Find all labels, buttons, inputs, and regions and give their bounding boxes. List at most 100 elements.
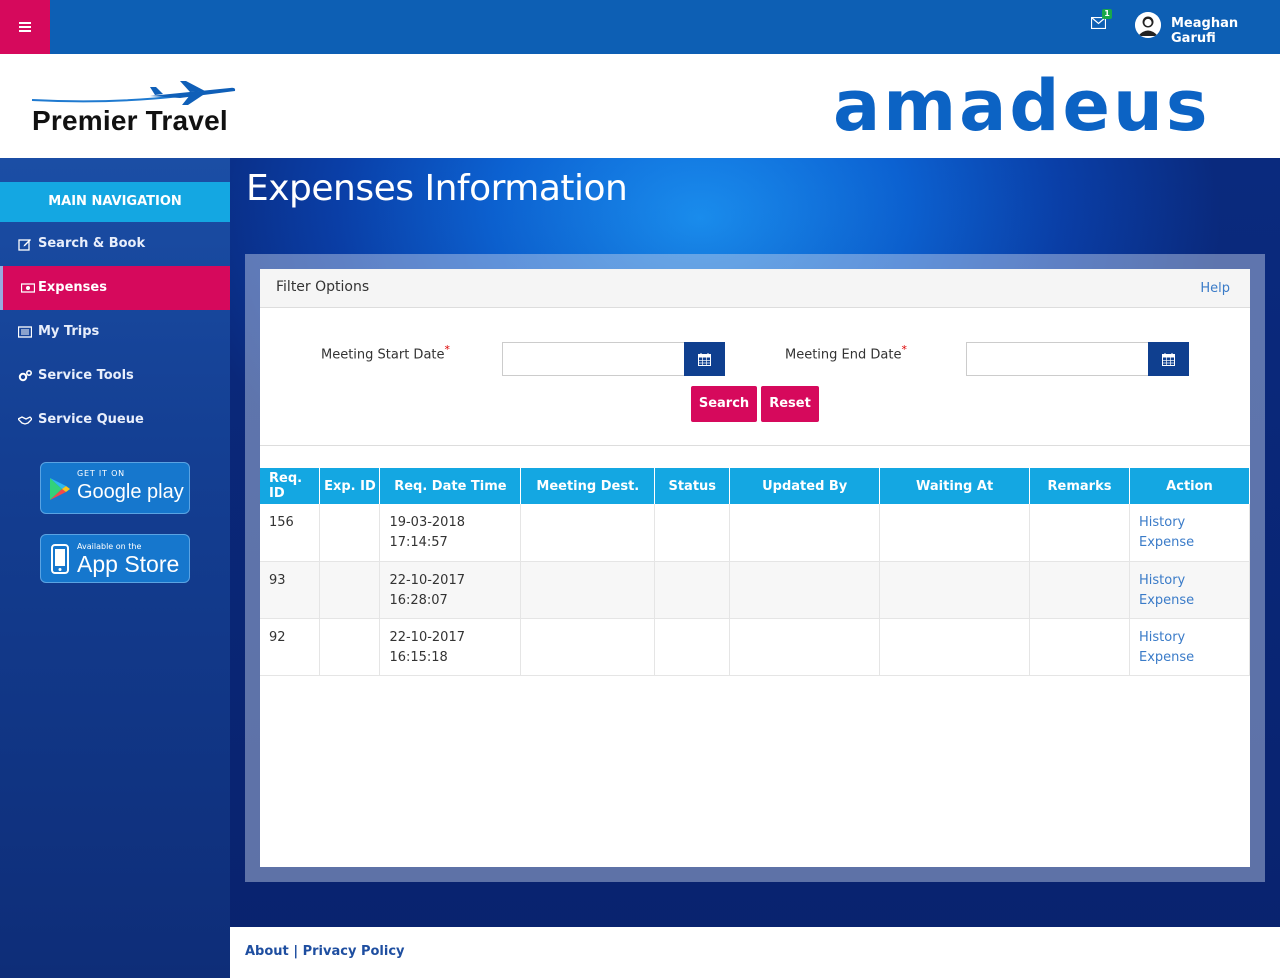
table-header-row: Req. ID Exp. ID Req. Date Time Meeting D…: [260, 468, 1251, 504]
sidebar-item-search-book[interactable]: Search & Book: [0, 222, 230, 266]
cell-req-date-time: 19-03-2018 17:14:57: [379, 504, 522, 562]
logo-band: Premier Travel amadeus: [0, 54, 1280, 158]
meeting-start-date-label-text: Meeting Start Date: [321, 347, 445, 363]
start-date-calendar-button[interactable]: [684, 342, 725, 376]
cell-time: 16:28:07: [389, 592, 448, 608]
help-link[interactable]: Help: [1200, 281, 1230, 296]
column-header-waiting-at[interactable]: Waiting At: [879, 468, 1031, 504]
sidebar-item-service-tools[interactable]: Service Tools: [0, 354, 230, 398]
cell-status: [654, 504, 731, 562]
cell-time: 17:14:57: [389, 535, 448, 550]
column-header-action: Action: [1129, 468, 1251, 504]
app-store-big-text: App Store: [77, 551, 180, 577]
history-expense-link[interactable]: History Expense: [1129, 561, 1251, 619]
list-icon: [18, 326, 32, 338]
cell-waiting-at: [879, 504, 1031, 562]
column-header-updated-by[interactable]: Updated By: [729, 468, 881, 504]
cell-date: 22-10-2017: [389, 572, 465, 588]
sidebar-item-label: My Trips: [38, 324, 100, 339]
sidebar-item-service-queue[interactable]: Service Queue: [0, 398, 230, 442]
meeting-start-date-input[interactable]: [502, 342, 685, 376]
table-row: 156 19-03-2018 17:14:57 History Expense: [260, 504, 1251, 562]
sidebar-header: MAIN NAVIGATION: [0, 182, 230, 222]
meeting-start-date-label: Meeting Start Date*: [321, 343, 450, 362]
top-bar: 1 Meaghan Garufi: [0, 0, 1280, 54]
google-play-badge[interactable]: GET IT ON Google play: [40, 462, 190, 514]
cell-req-id: 93: [260, 561, 321, 619]
hamburger-icon: [19, 22, 31, 32]
footer-links: About | Privacy Policy: [245, 944, 405, 959]
sidebar-item-expenses[interactable]: Expenses: [0, 266, 230, 310]
cell-meeting-dest: [520, 504, 656, 562]
column-header-req-date-time[interactable]: Req. Date Time: [379, 468, 522, 504]
cell-waiting-at: [879, 618, 1031, 676]
filter-divider: [260, 445, 1250, 446]
cell-exp-id: [319, 618, 381, 676]
sidebar-item-label: Expenses: [38, 280, 107, 295]
column-header-remarks[interactable]: Remarks: [1029, 468, 1130, 504]
handshake-icon: [18, 416, 32, 425]
table-row: 92 22-10-2017 16:15:18 History Expense: [260, 618, 1251, 676]
edit-icon: [18, 239, 31, 251]
airplane-icon: [31, 81, 236, 105]
cell-req-id: 92: [260, 618, 321, 676]
cell-waiting-at: [879, 561, 1031, 619]
phone-icon: [51, 544, 69, 574]
meeting-end-date-input[interactable]: [966, 342, 1149, 376]
app-store-small-text: Available on the: [77, 542, 142, 551]
cell-remarks: [1029, 618, 1130, 676]
cell-exp-id: [319, 504, 381, 562]
sidebar-item-label: Service Tools: [38, 368, 134, 383]
user-name[interactable]: Meaghan Garufi: [1171, 16, 1280, 46]
cell-remarks: [1029, 504, 1130, 562]
column-header-req-id[interactable]: Req. ID: [260, 468, 321, 504]
cell-meeting-dest: [520, 561, 656, 619]
cell-updated-by: [729, 618, 881, 676]
expenses-card: Filter Options Help Meeting Start Date* …: [260, 269, 1251, 867]
meeting-end-date-label-text: Meeting End Date: [785, 347, 902, 363]
about-link[interactable]: About: [245, 944, 289, 959]
cell-date: 22-10-2017: [389, 629, 465, 645]
history-expense-link[interactable]: History Expense: [1129, 504, 1251, 562]
sidebar: MAIN NAVIGATION Search & Book Expenses M…: [0, 158, 230, 978]
table-row: 93 22-10-2017 16:28:07 History Expense: [260, 561, 1251, 619]
cell-updated-by: [729, 561, 881, 619]
reset-button[interactable]: Reset: [761, 386, 819, 422]
privacy-policy-link[interactable]: Privacy Policy: [303, 944, 405, 959]
cell-updated-by: [729, 504, 881, 562]
required-mark: *: [444, 343, 450, 356]
google-play-small-text: GET IT ON: [77, 469, 125, 478]
history-expense-link[interactable]: History Expense: [1129, 618, 1251, 676]
end-date-calendar-button[interactable]: [1148, 342, 1189, 376]
cell-remarks: [1029, 561, 1130, 619]
menu-toggle-button[interactable]: [0, 0, 50, 54]
calendar-icon: [1162, 352, 1175, 366]
premier-travel-logo: Premier Travel: [30, 78, 240, 138]
meeting-end-date-label: Meeting End Date*: [785, 343, 907, 362]
sidebar-item-my-trips[interactable]: My Trips: [0, 310, 230, 354]
cogs-icon: [18, 370, 32, 382]
footer: About | Privacy Policy: [230, 927, 1280, 978]
cell-time: 16:15:18: [389, 649, 448, 665]
filter-title: Filter Options: [276, 279, 370, 295]
column-header-exp-id[interactable]: Exp. ID: [319, 468, 381, 504]
column-header-status[interactable]: Status: [654, 468, 731, 504]
column-header-meeting-dest[interactable]: Meeting Dest.: [520, 468, 656, 504]
sidebar-item-label: Service Queue: [38, 412, 144, 427]
user-avatar[interactable]: [1135, 12, 1161, 38]
required-mark: *: [901, 343, 907, 356]
sidebar-item-label: Search & Book: [38, 236, 146, 251]
page-title: Expenses Information: [246, 168, 628, 209]
filter-header: Filter Options Help: [260, 269, 1250, 308]
app-store-badge[interactable]: Available on the App Store: [40, 534, 190, 583]
search-button[interactable]: Search: [691, 386, 757, 422]
amadeus-wordmark: amadeus: [833, 74, 1211, 140]
google-play-big-text: Google play: [77, 481, 184, 503]
cell-req-id: 156: [260, 504, 321, 562]
amadeus-logo: amadeus: [833, 74, 1211, 140]
cell-date: 19-03-2018: [389, 515, 465, 530]
cell-req-date-time: 22-10-2017 16:15:18: [379, 618, 522, 676]
footer-separator: |: [293, 944, 299, 959]
premier-travel-wordmark: Premier Travel: [32, 105, 228, 136]
cell-exp-id: [319, 561, 381, 619]
